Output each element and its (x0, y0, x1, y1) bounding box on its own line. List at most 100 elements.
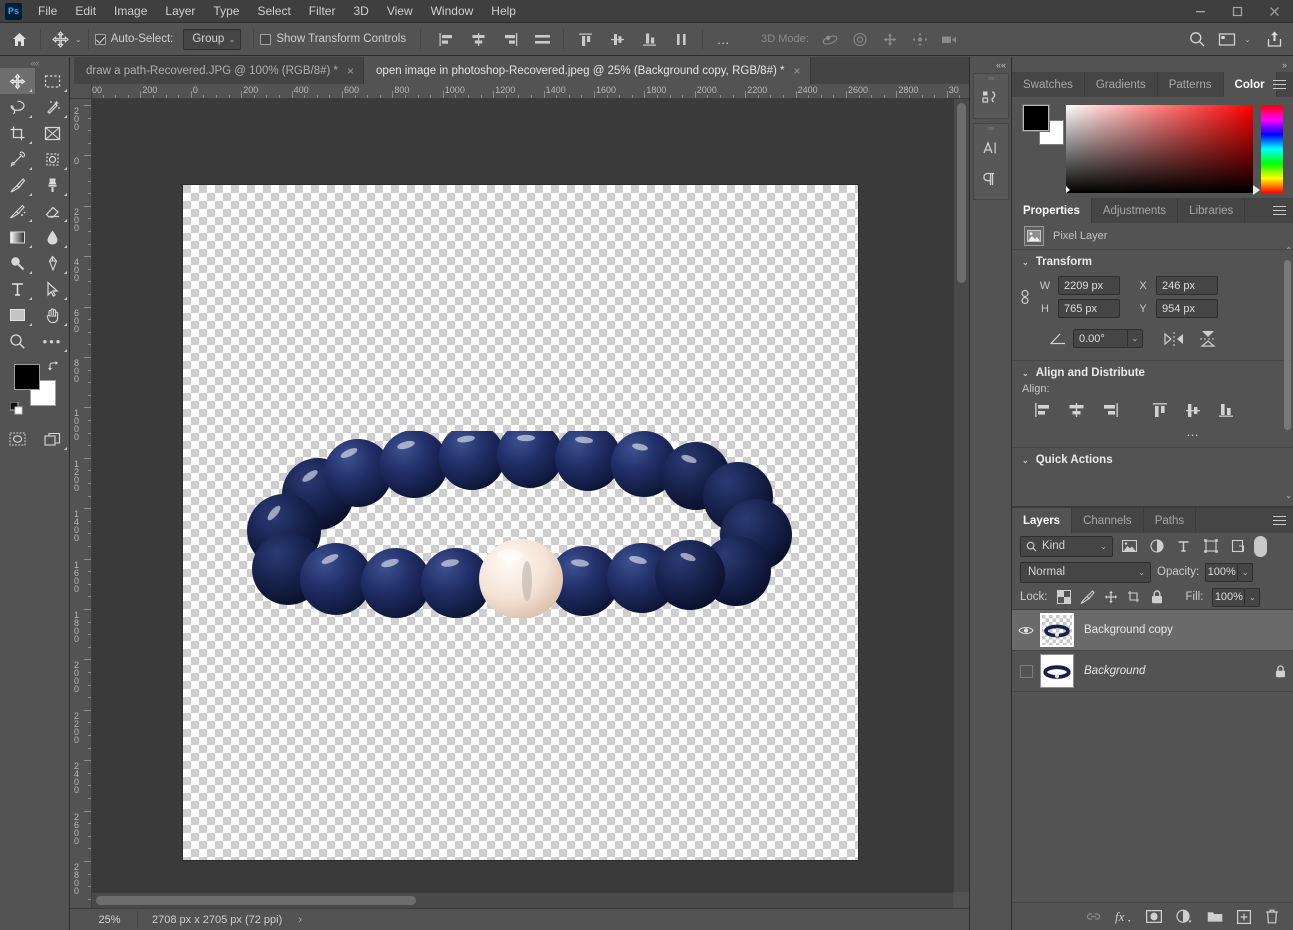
flip-horizontal-icon[interactable] (1163, 331, 1185, 347)
zoom-3d-camera-icon[interactable] (935, 26, 965, 52)
lock-image-pixels-icon[interactable] (1080, 590, 1095, 604)
align-top-edges-icon[interactable] (1151, 402, 1170, 418)
toolbar-grip[interactable]: «« (0, 57, 69, 68)
align-vertical-centers-icon[interactable] (1184, 402, 1203, 418)
new-group-icon[interactable] (1207, 910, 1223, 923)
transform-section-title[interactable]: ⌄ Transform (1012, 256, 1293, 268)
menu-item-edit[interactable]: Edit (66, 0, 105, 22)
lock-position-icon[interactable] (1104, 590, 1118, 604)
align-top-edges-icon[interactable] (570, 26, 600, 52)
layer-visibility-toggle[interactable] (1012, 664, 1040, 678)
pan-3d-icon[interactable] (875, 26, 905, 52)
active-tool-move-icon[interactable] (47, 27, 73, 51)
color-panel-collapse-icon[interactable]: » (1012, 57, 1293, 72)
close-icon[interactable]: × (347, 64, 354, 78)
menu-item-3d[interactable]: 3D (344, 0, 377, 22)
tool-preset-chevron-down-icon[interactable]: ⌄ (75, 35, 82, 44)
lock-all-icon[interactable] (1151, 590, 1163, 604)
character-panel-icon[interactable] (974, 133, 1008, 164)
panel-grip[interactable]: ▫▫▫ (974, 124, 1008, 133)
menu-item-layer[interactable]: Layer (156, 0, 204, 22)
menu-item-select[interactable]: Select (248, 0, 299, 22)
minimize-icon[interactable] (1182, 0, 1219, 23)
layer-filter-kind-dropdown[interactable]: Kind ⌄ (1020, 535, 1113, 557)
link-layers-icon[interactable] (1086, 911, 1101, 922)
document-canvas[interactable] (182, 184, 859, 861)
rotation-angle-field[interactable]: 0.00° (1073, 329, 1128, 348)
layer-style-fx-icon[interactable]: fx (1115, 909, 1132, 924)
workspace-switcher-icon[interactable] (1212, 26, 1242, 52)
orbit-3d-icon[interactable] (815, 26, 845, 52)
document-tab-open-image-in-photoshop[interactable]: open image in photoshop-Recovered.jpeg @… (364, 57, 811, 84)
new-fill-adjustment-layer-icon[interactable] (1176, 909, 1193, 924)
align-left-edges-icon[interactable] (1034, 402, 1053, 418)
scroll-down-arrow-icon[interactable]: ⌄ (1285, 491, 1292, 500)
horizontal-ruler[interactable]: 00 200 0 200 400 600 800 1000 1200 1400 1600 1800 20… (92, 84, 969, 99)
distribute-horizontally-icon[interactable] (527, 26, 557, 52)
workspace-chevron-down-icon[interactable]: ⌄ (1244, 35, 1251, 44)
delete-layer-icon[interactable] (1265, 909, 1279, 924)
tool-lasso[interactable] (0, 94, 35, 120)
quick-mask-icon[interactable] (0, 426, 35, 452)
tab-patterns[interactable]: Patterns (1157, 72, 1224, 97)
filter-pixel-icon[interactable] (1119, 536, 1140, 557)
foreground-color-swatch[interactable] (14, 364, 40, 390)
blend-mode-dropdown[interactable]: Normal ⌄ (1020, 561, 1151, 583)
fill-field[interactable]: 100% (1212, 587, 1246, 607)
auto-select-checkbox[interactable] (94, 33, 106, 45)
tab-properties[interactable]: Properties (1012, 198, 1092, 223)
menu-item-file[interactable]: File (29, 0, 66, 22)
distribute-vertically-icon[interactable] (666, 26, 696, 52)
tab-color[interactable]: Color (1223, 72, 1277, 97)
screen-mode-icon[interactable] (35, 426, 70, 452)
align-horizontal-centers-icon[interactable] (463, 26, 493, 52)
fill-chevron-down-icon[interactable]: ⌄ (1245, 587, 1261, 607)
tab-layers[interactable]: Layers (1012, 508, 1073, 533)
tab-adjustments[interactable]: Adjustments (1091, 198, 1179, 223)
tool-hand[interactable] (35, 302, 70, 328)
collapse-panels-icon[interactable]: «« (970, 57, 1011, 73)
lock-transparent-pixels-icon[interactable] (1056, 590, 1071, 604)
show-transform-controls-checkbox[interactable] (260, 33, 272, 45)
flip-vertical-icon[interactable] (1199, 330, 1217, 347)
scrollbar-thumb[interactable] (957, 103, 966, 283)
zoom-level-field[interactable]: 25% (82, 911, 138, 928)
menu-item-type[interactable]: Type (204, 0, 248, 22)
menu-item-image[interactable]: Image (105, 0, 156, 22)
align-right-edges-icon[interactable] (495, 26, 525, 52)
opacity-field[interactable]: 100% (1205, 562, 1239, 582)
vertical-ruler[interactable]: 2000200400600800100012001400160018002000… (70, 99, 92, 908)
x-position-field[interactable]: 246 px (1156, 276, 1218, 295)
tool-pen[interactable] (35, 250, 70, 276)
tool-history-brush[interactable] (0, 198, 35, 224)
menu-item-help[interactable]: Help (482, 0, 525, 22)
add-layer-mask-icon[interactable] (1146, 910, 1162, 923)
layer-row-background[interactable]: Background (1012, 651, 1293, 692)
document-tab-draw-a-path[interactable]: draw a path-Recovered.JPG @ 100% (RGB/8#… (74, 57, 365, 84)
align-section-title[interactable]: ⌄ Align and Distribute (1012, 367, 1293, 379)
tool-clone-stamp[interactable] (35, 172, 70, 198)
panel-menu-icon[interactable] (1273, 508, 1286, 533)
link-dimensions-icon[interactable] (1012, 287, 1038, 307)
share-icon[interactable] (1259, 26, 1289, 52)
scrollbar-thumb[interactable] (96, 896, 416, 905)
document-viewport[interactable] (92, 99, 953, 892)
roll-3d-icon[interactable] (845, 26, 875, 52)
more-align-options-button[interactable]: … (1012, 424, 1293, 439)
align-right-edges-icon[interactable] (1100, 402, 1119, 418)
tool-frame[interactable] (35, 120, 70, 146)
history-panel-icon[interactable] (974, 83, 1008, 114)
tab-swatches[interactable]: Swatches (1012, 72, 1085, 97)
align-bottom-edges-icon[interactable] (1217, 402, 1236, 418)
tool-move[interactable] (0, 68, 35, 94)
tool-horizontal-type[interactable] (0, 276, 35, 302)
hue-slider-handle[interactable] (1253, 185, 1260, 195)
menu-item-view[interactable]: View (378, 0, 422, 22)
layer-name[interactable]: Background (1084, 665, 1267, 677)
layer-thumbnail[interactable] (1040, 654, 1074, 688)
tab-libraries[interactable]: Libraries (1178, 198, 1246, 223)
layer-visibility-toggle[interactable] (1012, 625, 1040, 636)
menu-item-window[interactable]: Window (422, 0, 483, 22)
panel-grip[interactable]: ▫▫▫ (974, 74, 1008, 83)
tool-zoom[interactable] (0, 328, 35, 354)
